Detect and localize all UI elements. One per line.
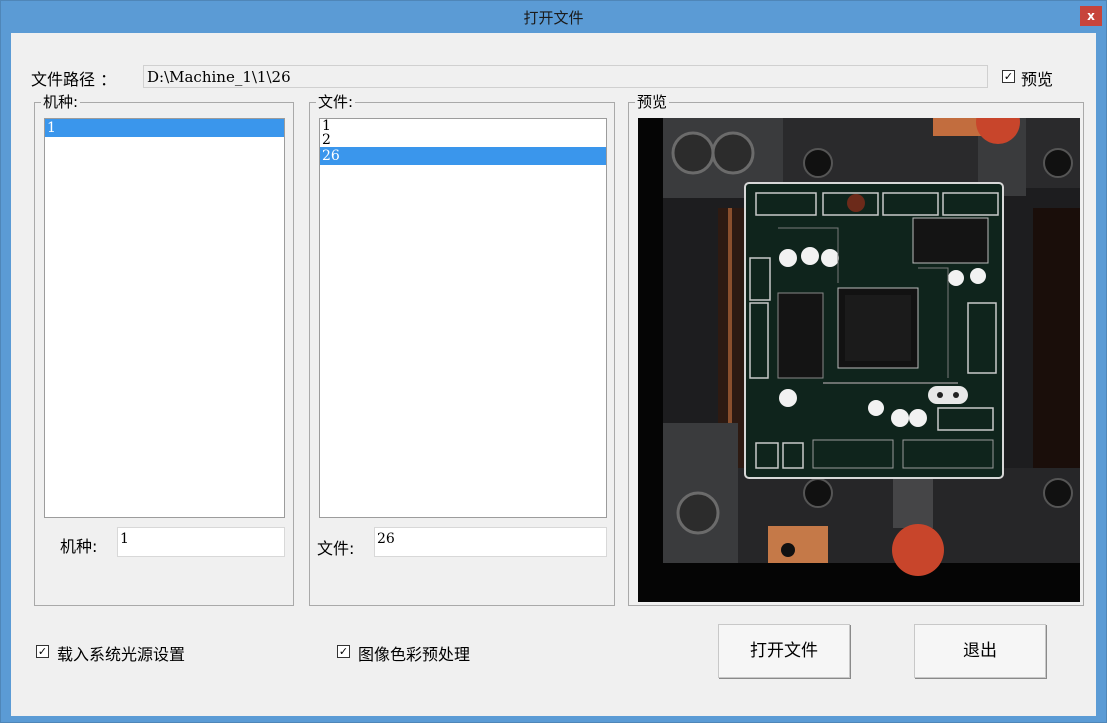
machine-group-title: 机种: [41,93,81,111]
load-light-checkbox[interactable]: ✓ [36,645,49,658]
exit-button[interactable]: 退出 [914,624,1046,678]
file-group-title: 文件: [316,93,356,111]
close-icon[interactable]: x [1080,6,1102,26]
file-edit-label: 文件: [317,539,355,558]
path-field[interactable]: D:\Machine_1\1\26 [143,65,988,88]
machine-input[interactable]: 1 [117,527,285,557]
color-preprocess-checkbox[interactable]: ✓ [337,645,350,658]
list-item[interactable]: 1 [320,119,606,133]
preview-checkbox-label: 预览 [1021,70,1054,89]
file-list[interactable]: 1 2 26 [319,118,607,518]
file-input[interactable]: 26 [374,527,607,557]
title-bar[interactable]: 打开文件 x [1,1,1106,32]
color-preprocess-label: 图像色彩预处理 [358,645,471,664]
machine-edit-label: 机种: [60,537,98,556]
pcb-preview-image [638,118,1080,602]
dialog-title: 打开文件 [523,9,584,27]
open-file-button[interactable]: 打开文件 [718,624,850,678]
machine-list[interactable]: 1 [44,118,285,518]
path-label: 文件路径 ： [31,70,117,89]
list-item[interactable]: 2 [320,133,606,147]
preview-group-title: 预览 [635,93,670,111]
load-light-label: 载入系统光源设置 [57,645,186,664]
list-item[interactable]: 26 [320,147,606,165]
preview-checkbox[interactable]: ✓ [1002,70,1015,83]
list-item[interactable]: 1 [45,119,284,137]
